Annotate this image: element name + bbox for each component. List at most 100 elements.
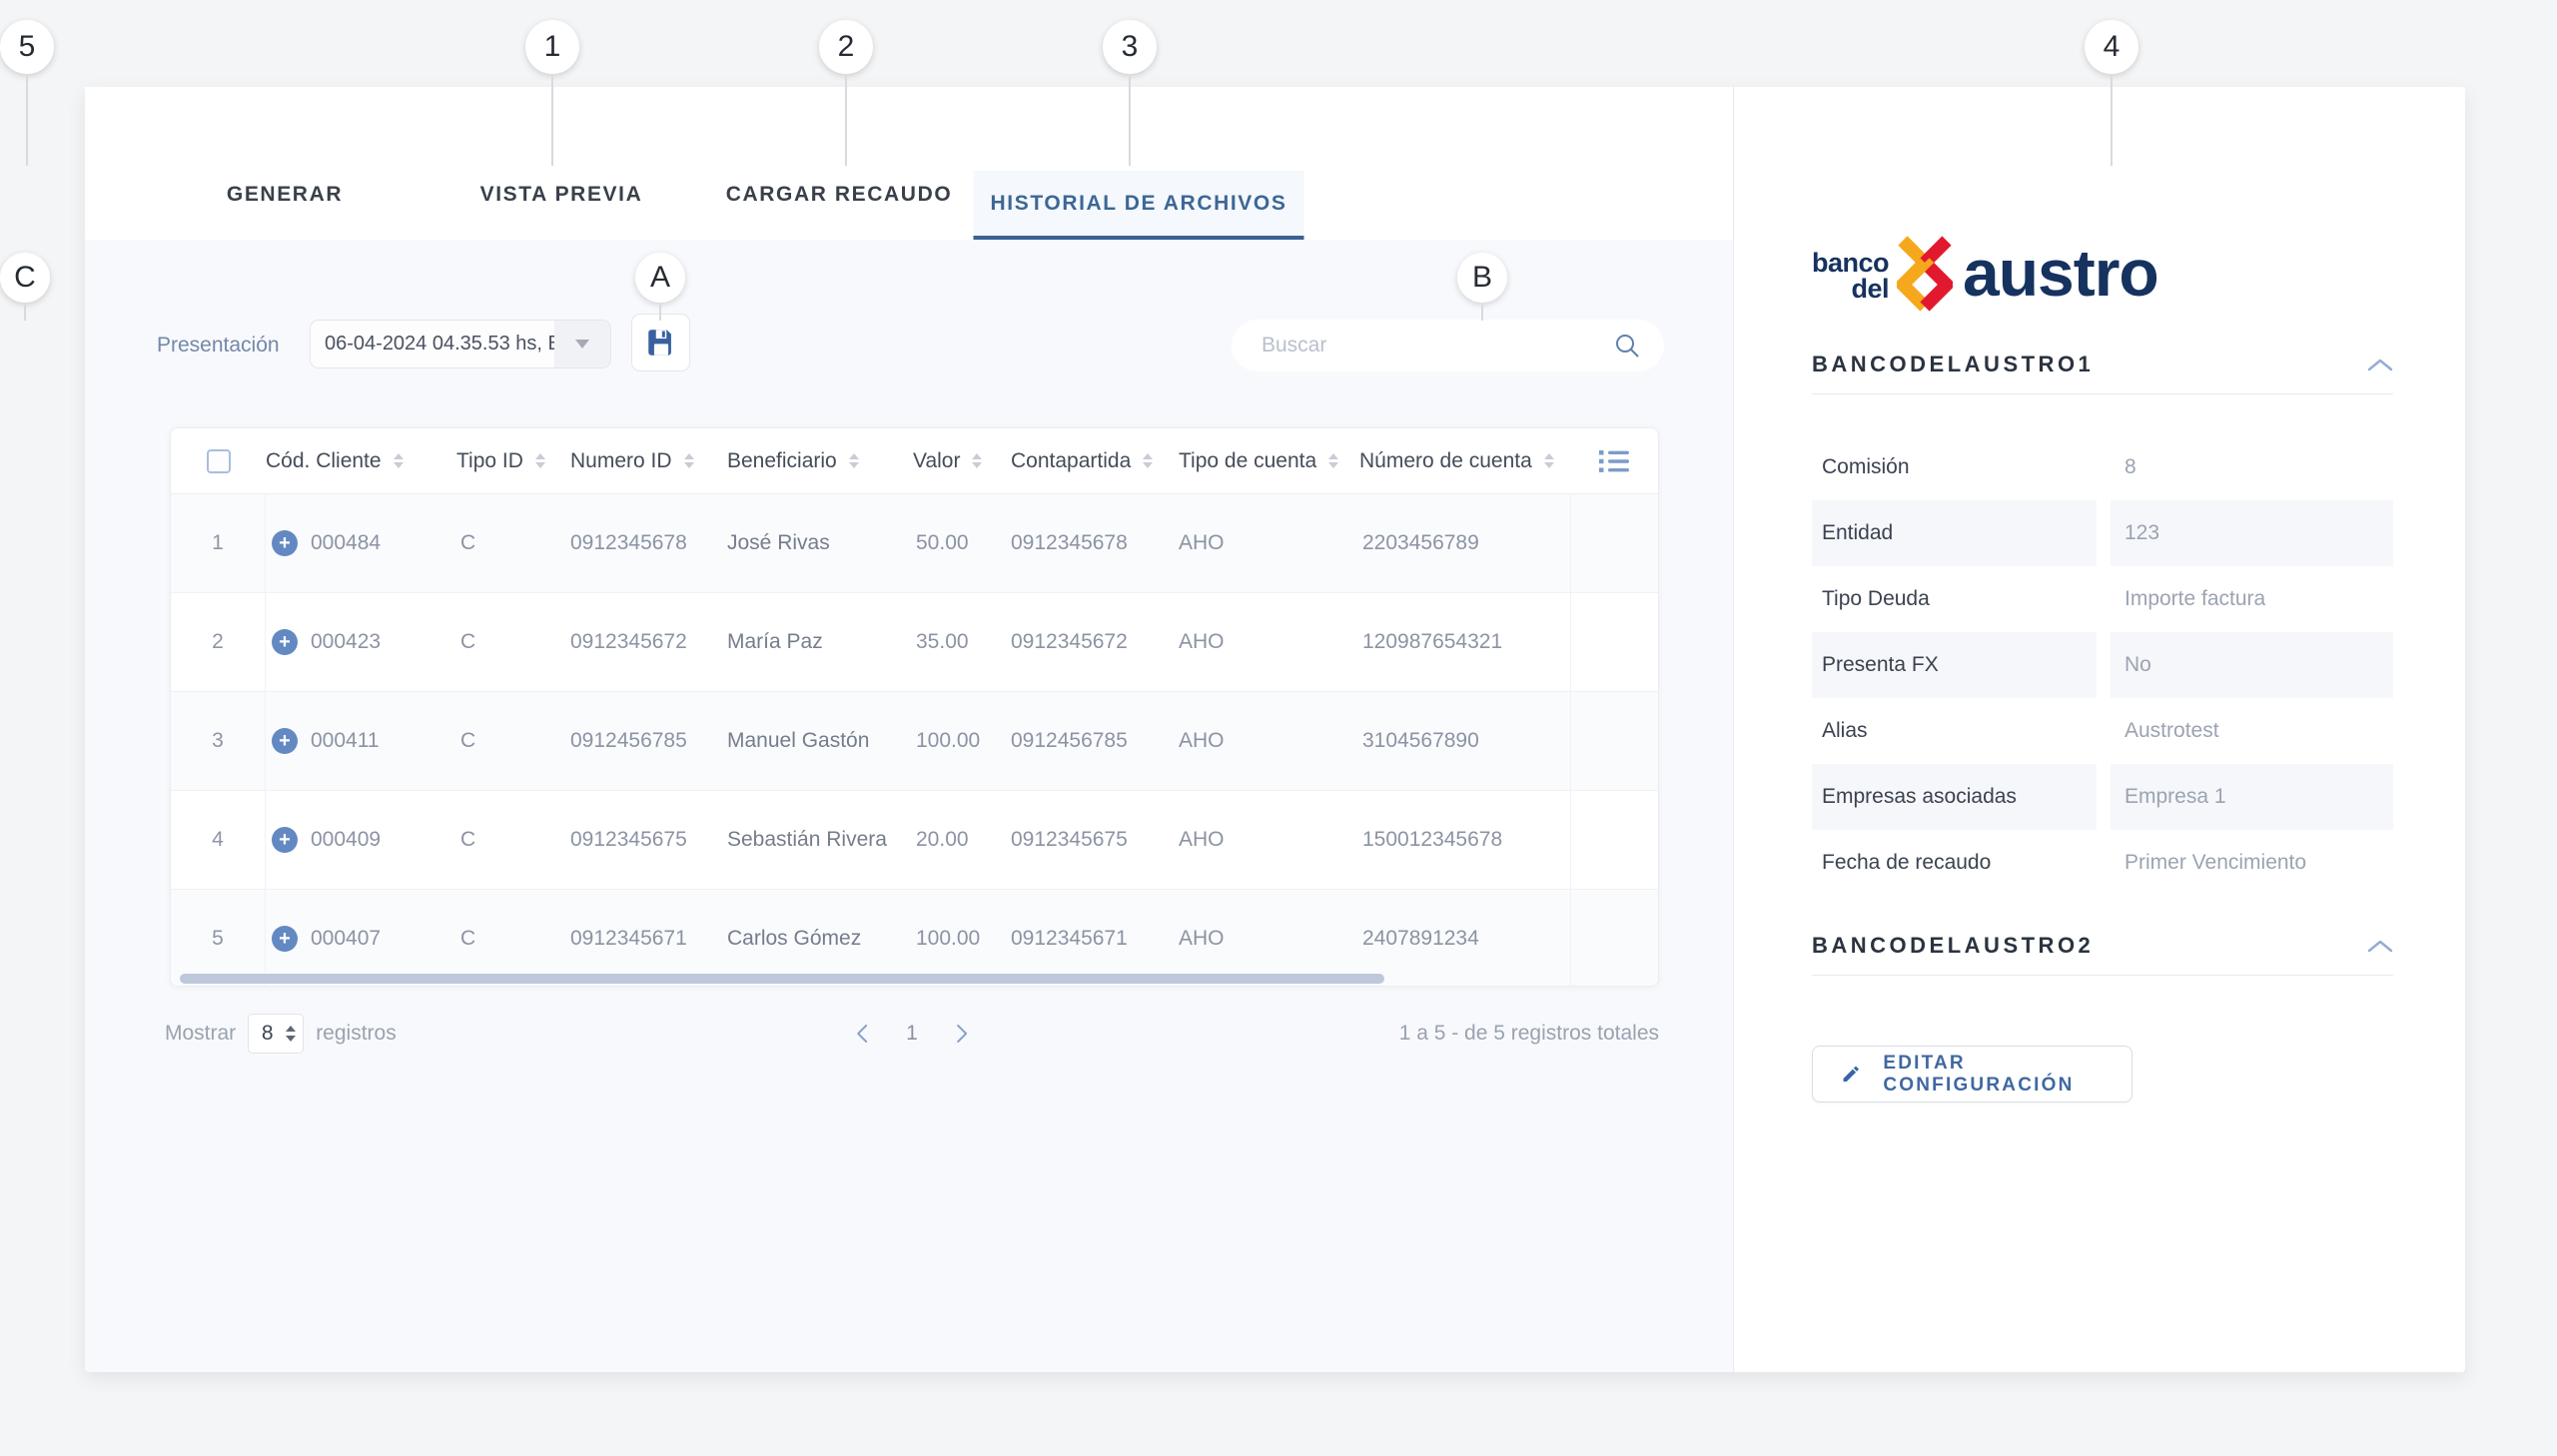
- field-label: Presenta FX: [1812, 632, 2097, 698]
- section-bancodelaustro1-header[interactable]: BANCODELAUSTRO1: [1812, 351, 2393, 378]
- row-number: 4: [171, 791, 266, 889]
- column-header[interactable]: Cód. Cliente: [266, 428, 456, 493]
- row-actions-cell: [1570, 692, 1658, 790]
- callout-line: [845, 76, 847, 166]
- marker-callout: C: [0, 253, 50, 321]
- table-row[interactable]: 1 + 000484 C 0912345678 José Rivas 50.00…: [171, 494, 1658, 593]
- marker-callout-letter: B: [1457, 253, 1507, 303]
- cell-cod-cliente: 000411: [311, 729, 380, 753]
- page-size-stepper[interactable]: 8: [248, 1014, 304, 1054]
- mostrar-label: Mostrar: [165, 1022, 236, 1046]
- search-box[interactable]: [1232, 320, 1664, 371]
- cell-numero-id: 0912345672: [570, 593, 727, 691]
- chevron-up-icon[interactable]: [2367, 939, 2393, 953]
- column-header[interactable]: Tipo ID: [456, 428, 570, 493]
- config-field-row: Comisión 8: [1812, 434, 2393, 500]
- field-label: Entidad: [1812, 500, 2097, 566]
- table-row[interactable]: 3 + 000411 C 0912456785 Manuel Gastón 10…: [171, 692, 1658, 791]
- field-value: Importe factura: [2111, 566, 2393, 632]
- config-field-row: Tipo Deuda Importe factura: [1812, 566, 2393, 632]
- select-caret-box[interactable]: [554, 321, 610, 367]
- expand-row-plus-icon[interactable]: +: [272, 629, 298, 655]
- cell-beneficiario: José Rivas: [727, 494, 913, 592]
- cell-valor: 50.00: [913, 494, 1011, 592]
- sort-icon[interactable]: [394, 453, 404, 468]
- step-callout: 2: [819, 20, 873, 166]
- section-bancodelaustro2-header[interactable]: BANCODELAUSTRO2: [1812, 932, 2393, 960]
- sort-icon[interactable]: [535, 453, 545, 468]
- callout-line: [1481, 305, 1483, 321]
- field-value: 8: [2111, 434, 2393, 500]
- cell-valor: 35.00: [913, 593, 1011, 691]
- cell-valor: 20.00: [913, 791, 1011, 889]
- cell-tipo-cuenta: AHO: [1179, 692, 1359, 790]
- previous-page-button[interactable]: [854, 1023, 870, 1045]
- horizontal-scrollbar-thumb[interactable]: [180, 974, 1384, 984]
- tab[interactable]: CARGAR RECAUDO: [726, 183, 953, 207]
- cell-numero-id: 0912345678: [570, 494, 727, 592]
- column-header[interactable]: Contapartida: [1011, 428, 1179, 493]
- config-field-row: Entidad 123: [1812, 500, 2393, 566]
- column-header-label: Numero ID: [570, 449, 672, 473]
- field-label: Fecha de recaudo: [1812, 830, 2097, 896]
- column-header[interactable]: Valor: [913, 428, 1011, 493]
- current-page-number[interactable]: 1: [906, 1022, 918, 1046]
- callout-line: [2111, 76, 2113, 166]
- sort-icon[interactable]: [849, 453, 859, 468]
- cell-tipo-cuenta: AHO: [1179, 593, 1359, 691]
- marker-callout: A: [635, 253, 685, 321]
- config-field-row: Alias Austrotest: [1812, 698, 2393, 764]
- main-card: GENERAR VISTA PREVIA CARGAR RECAUDO HIST…: [85, 87, 2465, 1372]
- step-callout: 3: [1103, 20, 1157, 166]
- sort-icon[interactable]: [972, 453, 982, 468]
- field-value: Austrotest: [2111, 698, 2393, 764]
- search-input[interactable]: [1262, 334, 1614, 358]
- callout-line: [551, 76, 553, 166]
- sort-icon[interactable]: [1544, 453, 1554, 468]
- column-header[interactable]: Beneficiario: [727, 428, 913, 493]
- stepper-arrows-icon[interactable]: [286, 1026, 303, 1042]
- column-header[interactable]: Tipo de cuenta: [1179, 428, 1359, 493]
- table-row[interactable]: 2 + 000423 C 0912345672 María Paz 35.00 …: [171, 593, 1658, 692]
- column-header[interactable]: Número de cuenta: [1359, 428, 1570, 493]
- tab[interactable]: HISTORIAL DE ARCHIVOS: [974, 171, 1304, 240]
- callout-line: [659, 305, 661, 321]
- expand-row-plus-icon[interactable]: +: [272, 926, 298, 952]
- expand-row-plus-icon[interactable]: +: [272, 728, 298, 754]
- cell-cod-cliente: 000409: [311, 828, 381, 852]
- sort-icon[interactable]: [1143, 453, 1153, 468]
- next-page-button[interactable]: [954, 1023, 970, 1045]
- step-callout-number: 2: [819, 20, 873, 74]
- presentacion-label: Presentación: [157, 334, 280, 358]
- callout-line: [24, 305, 26, 321]
- sort-icon[interactable]: [1328, 453, 1338, 468]
- tab[interactable]: VISTA PREVIA: [480, 183, 643, 207]
- chevron-up-icon[interactable]: [2367, 358, 2393, 371]
- field-label: Alias: [1812, 698, 2097, 764]
- pagination-bar: Mostrar 8 registros 1 1 a 5: [165, 1011, 1659, 1057]
- tab[interactable]: GENERAR: [227, 183, 343, 207]
- cell-tipo-id: C: [456, 692, 570, 790]
- field-label: Tipo Deuda: [1812, 566, 2097, 632]
- cell-numero-cuenta: 2203456789: [1359, 494, 1570, 592]
- marker-callout-letter: A: [635, 253, 685, 303]
- presentation-file-select[interactable]: 06-04-2024 04.35.53 hs, Banco: [310, 320, 611, 368]
- page-size-value: 8: [249, 1022, 286, 1046]
- edit-configuration-label: EDITAR CONFIGURACIÓN: [1883, 1053, 2131, 1096]
- row-number: 1: [171, 494, 266, 592]
- sort-icon[interactable]: [684, 453, 694, 468]
- left-content: Presentación 06-04-2024 04.35.53 hs, Ban…: [85, 240, 1733, 1372]
- table-row[interactable]: 4 + 000409 C 0912345675 Sebastián Rivera…: [171, 791, 1658, 890]
- records-table: Cód. Cliente Tipo ID Numero ID: [170, 427, 1659, 987]
- save-button[interactable]: [631, 314, 690, 371]
- expand-row-plus-icon[interactable]: +: [272, 827, 298, 853]
- edit-configuration-button[interactable]: EDITAR CONFIGURACIÓN: [1812, 1046, 2132, 1102]
- cell-contapartida: 0912345678: [1011, 494, 1179, 592]
- search-icon[interactable]: [1614, 333, 1640, 359]
- column-header[interactable]: Numero ID: [570, 428, 727, 493]
- expand-row-plus-icon[interactable]: +: [272, 530, 298, 556]
- select-all-checkbox[interactable]: [207, 449, 231, 473]
- cell-beneficiario: María Paz: [727, 593, 913, 691]
- column-settings-list-icon[interactable]: [1598, 448, 1630, 474]
- step-callout-number: 3: [1103, 20, 1157, 74]
